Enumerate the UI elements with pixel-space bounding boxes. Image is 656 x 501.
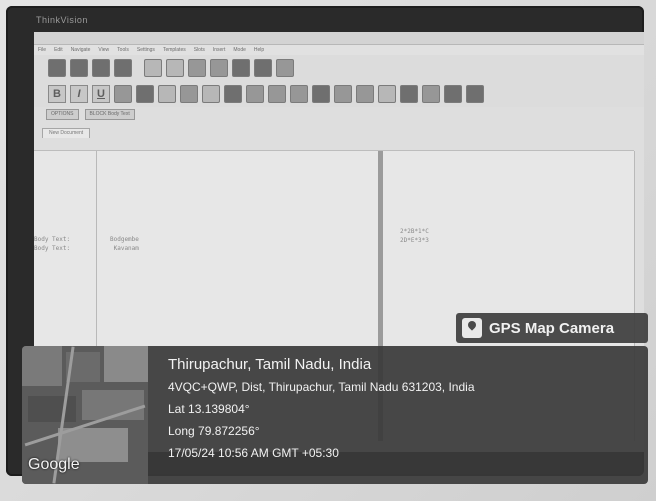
- datetime-text: 17/05/24 10:56 AM GMT +05:30: [168, 446, 339, 460]
- option-row: OPTIONS BLOCK Body Text: [34, 107, 644, 121]
- map-field: [104, 346, 148, 382]
- format-icon[interactable]: [158, 85, 176, 103]
- lock-icon[interactable]: [444, 85, 462, 103]
- export-icon[interactable]: [466, 85, 484, 103]
- block-body-text-button[interactable]: BLOCK Body Text: [84, 108, 135, 120]
- gps-badge-label: GPS Map Camera: [489, 319, 615, 337]
- gps-map-camera-badge: GPS Map Camera: [456, 313, 648, 343]
- toolbar-top: [34, 55, 644, 81]
- users-icon[interactable]: [232, 59, 250, 77]
- body-text-labels: Body Text: Body Text:: [34, 236, 71, 252]
- table-icon[interactable]: [224, 85, 242, 103]
- columns-icon[interactable]: [246, 85, 264, 103]
- find-icon[interactable]: [188, 59, 206, 77]
- menu-help[interactable]: Help: [254, 45, 264, 55]
- gps-details: Thirupachur, Tamil Nadu, India 4VQC+QWP,…: [168, 354, 475, 464]
- address-text: 4VQC+QWP, Dist, Thirupachur, Tamil Nadu …: [168, 380, 475, 394]
- map-pin-icon: [462, 318, 482, 338]
- strike-icon[interactable]: [114, 85, 132, 103]
- underline-icon[interactable]: U: [92, 85, 110, 103]
- tree-icon[interactable]: [312, 85, 330, 103]
- map-field: [28, 396, 76, 422]
- style-icon[interactable]: [136, 85, 154, 103]
- open-icon[interactable]: [48, 59, 66, 77]
- print-icon[interactable]: [92, 59, 110, 77]
- menu-edit[interactable]: Edit: [54, 45, 63, 55]
- menu-tools[interactable]: Tools: [117, 45, 129, 55]
- redo-icon[interactable]: [166, 59, 184, 77]
- search-icon[interactable]: [254, 59, 272, 77]
- bold-icon[interactable]: B: [48, 85, 66, 103]
- toolbar-format: B I U: [34, 81, 644, 107]
- menu-settings[interactable]: Settings: [137, 45, 155, 55]
- menu-bar: File Edit Navigate View Tools Settings T…: [34, 45, 644, 55]
- app-titlebar: [34, 32, 644, 45]
- place-name: Thirupachur, Tamil Nadu, India: [168, 356, 372, 373]
- italic-icon[interactable]: I: [70, 85, 88, 103]
- body-text-values: Bodgembe Kavanam: [110, 236, 139, 252]
- menu-file[interactable]: File: [38, 45, 46, 55]
- monitor-brand: ThinkVision: [36, 15, 88, 25]
- chart-icon[interactable]: [276, 59, 294, 77]
- undo-icon[interactable]: [144, 59, 162, 77]
- font-icon[interactable]: [180, 85, 198, 103]
- people-icon[interactable]: [422, 85, 440, 103]
- google-logo: Google: [28, 456, 80, 473]
- tab-strip: New Document: [34, 121, 644, 138]
- pencil-icon[interactable]: [400, 85, 418, 103]
- align-icon[interactable]: [268, 85, 286, 103]
- longitude-text: Long 79.872256°: [168, 424, 260, 438]
- options-button[interactable]: OPTIONS: [46, 108, 79, 120]
- menu-view[interactable]: View: [98, 45, 109, 55]
- map-thumbnail: Google: [22, 346, 148, 484]
- menu-slots[interactable]: Slots: [194, 45, 205, 55]
- tab-document[interactable]: New Document: [42, 128, 91, 138]
- indent-icon[interactable]: [334, 85, 352, 103]
- map-field: [22, 346, 62, 386]
- grid-icon[interactable]: [210, 59, 228, 77]
- outdent-icon[interactable]: [356, 85, 374, 103]
- picture-icon[interactable]: [378, 85, 396, 103]
- menu-navigate[interactable]: Navigate: [71, 45, 91, 55]
- latitude-text: Lat 13.139804°: [168, 402, 250, 416]
- list-icon[interactable]: [290, 85, 308, 103]
- menu-templates[interactable]: Templates: [163, 45, 186, 55]
- menu-insert[interactable]: Insert: [213, 45, 226, 55]
- save-icon[interactable]: [70, 59, 88, 77]
- print-preview-icon[interactable]: [114, 59, 132, 77]
- menu-mode[interactable]: Mode: [233, 45, 246, 55]
- code-values: 2*2B*1*C 2D*E*3*3: [400, 228, 429, 244]
- highlight-icon[interactable]: [202, 85, 220, 103]
